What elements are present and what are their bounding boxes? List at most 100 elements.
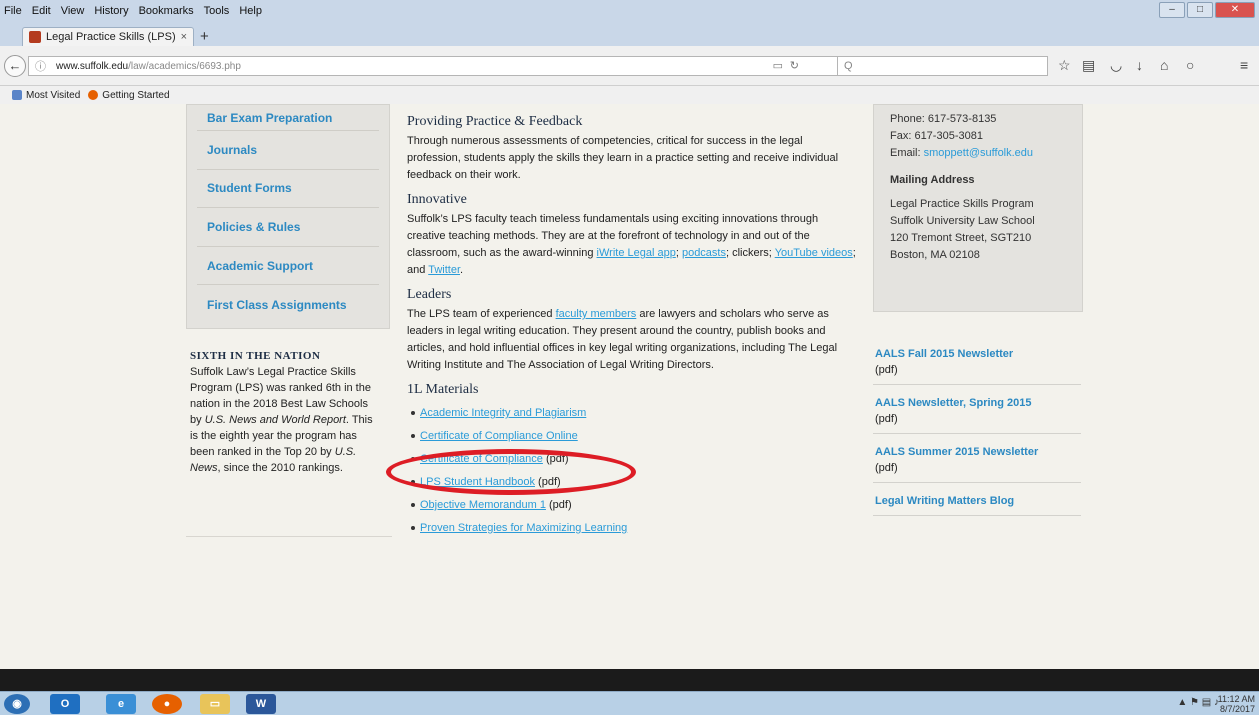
address-line: Suffolk University Law School	[890, 215, 1035, 227]
file-type: (pdf)	[545, 499, 572, 511]
sidebar-item-student-forms[interactable]: Student Forms	[197, 170, 379, 209]
text-part: ; clickers;	[725, 247, 775, 259]
menu-edit[interactable]: Edit	[32, 5, 51, 17]
practice-heading: Providing Practice & Feedback	[407, 114, 583, 129]
back-button[interactable]: ←	[4, 55, 26, 77]
sidebar-item-bar-exam[interactable]: Bar Exam Preparation	[197, 105, 379, 131]
aals-fall-link[interactable]: AALS Fall 2015 Newsletter	[875, 346, 1079, 362]
menu-view[interactable]: View	[61, 5, 85, 17]
suffolk-favicon-icon	[29, 31, 41, 43]
email-line: Email: smoppett@suffolk.edu	[890, 145, 1066, 162]
reader-view-icon[interactable]: ▭	[773, 59, 783, 72]
pocket-icon[interactable]: ◡	[1110, 57, 1122, 74]
leaders-heading: Leaders	[407, 287, 452, 302]
menu-help[interactable]: Help	[239, 5, 262, 17]
window-controls: – □ ✕	[1159, 2, 1255, 18]
proven-strategies-link[interactable]: Proven Strategies for Maximizing Learnin…	[420, 522, 627, 534]
list-item: AALS Summer 2015 Newsletter (pdf)	[873, 442, 1081, 483]
bookmark-label: Most Visited	[26, 89, 81, 101]
clock-date: 8/7/2017	[1219, 704, 1255, 714]
close-window-button[interactable]: ✕	[1215, 2, 1255, 18]
system-tray-icons[interactable]: ▲ ⚑ ▤ ♪	[1177, 697, 1219, 708]
maximize-button[interactable]: □	[1187, 2, 1213, 18]
academic-integrity-link[interactable]: Academic Integrity and Plagiarism	[420, 407, 586, 419]
url-path: /law/academics/6693.php	[128, 60, 241, 72]
podcasts-link[interactable]: podcasts	[682, 247, 726, 259]
reload-icon[interactable]: ↻	[790, 59, 799, 72]
certificate-online-link[interactable]: Certificate of Compliance Online	[420, 430, 578, 442]
word-icon[interactable]: W	[246, 694, 276, 714]
sidebar-item-academic-support[interactable]: Academic Support	[197, 247, 379, 286]
sixth-text: Suffolk Law’s Legal Practice Skills Prog…	[190, 364, 380, 476]
tab-close-icon[interactable]: ×	[181, 31, 187, 43]
clock-time: 11:12 AM	[1217, 694, 1255, 704]
iwrite-link[interactable]: iWrite Legal app	[597, 247, 676, 259]
list-item: AALS Fall 2015 Newsletter (pdf)	[873, 344, 1081, 385]
minimize-button[interactable]: –	[1159, 2, 1185, 18]
search-input[interactable]: Q	[838, 56, 1048, 76]
outlook-icon[interactable]: O	[50, 694, 80, 714]
firefox-taskbar-icon[interactable]: ●	[152, 694, 182, 714]
site-info-icon[interactable]: ⓘ	[35, 58, 46, 74]
mailing-heading: Mailing Address	[890, 174, 975, 186]
side-navigation: Bar Exam Preparation Journals Student Fo…	[186, 104, 390, 329]
list-item: AALS Newsletter, Spring 2015 (pdf)	[873, 393, 1081, 434]
tab-bar: Legal Practice Skills (LPS) - S × +	[0, 22, 1259, 46]
home-icon[interactable]: ⌂	[1160, 57, 1168, 73]
menu-file[interactable]: File	[4, 5, 22, 17]
sidebar-item-journals[interactable]: Journals	[197, 131, 379, 170]
bullet	[411, 434, 415, 439]
sync-icon[interactable]: ○	[1186, 57, 1194, 73]
navigation-bar: ← ⓘ www.suffolk.edu /law/academics/6693.…	[0, 46, 1259, 86]
bookmark-star-icon[interactable]: ☆	[1058, 57, 1071, 74]
menu-bar: File Edit View History Bookmarks Tools H…	[0, 0, 1259, 22]
menu-bookmarks[interactable]: Bookmarks	[139, 5, 194, 17]
materials-heading: 1L Materials	[407, 382, 479, 397]
divider	[186, 536, 392, 537]
legal-writing-blog-link[interactable]: Legal Writing Matters Blog	[875, 493, 1079, 509]
youtube-videos-link[interactable]: YouTube videos	[775, 247, 853, 259]
objective-memo-link[interactable]: Objective Memorandum 1	[420, 499, 546, 511]
bookmark-most-visited[interactable]: Most Visited	[12, 90, 80, 101]
menu-tools[interactable]: Tools	[204, 5, 230, 17]
sidebar-item-first-class[interactable]: First Class Assignments	[197, 285, 379, 324]
bookmarks-toolbar: Most Visited Getting Started	[0, 86, 1259, 104]
contact-box: Phone: 617-573-8135 Fax: 617-305-3081 Em…	[873, 104, 1083, 312]
list-item: Proven Strategies for Maximizing Learnin…	[407, 517, 857, 540]
file-type: (pdf)	[875, 364, 898, 376]
leaders-text: The LPS team of experienced faculty memb…	[407, 306, 857, 374]
text-part: .	[460, 264, 464, 276]
fax: Fax: 617-305-3081	[890, 130, 983, 142]
list-item: Certificate of Compliance Online	[407, 425, 857, 448]
tab-title: Legal Practice Skills (LPS) - S	[46, 31, 177, 43]
menu-history[interactable]: History	[94, 5, 128, 17]
email-link[interactable]: smoppett@suffolk.edu	[924, 147, 1033, 159]
address-line: 120 Tremont Street, SGT210	[890, 232, 1032, 244]
url-bar[interactable]: ⓘ www.suffolk.edu /law/academics/6693.ph…	[28, 56, 838, 76]
twitter-link[interactable]: Twitter	[428, 264, 460, 276]
address-line: Boston, MA 02108	[890, 249, 980, 261]
email-label: Email:	[890, 147, 924, 159]
downloads-icon[interactable]: ↓	[1136, 57, 1143, 73]
reading-list-icon[interactable]: ▤	[1082, 57, 1095, 74]
aals-summer-link[interactable]: AALS Summer 2015 Newsletter	[875, 444, 1079, 460]
phone: Phone: 617-573-8135	[890, 113, 997, 125]
innovative-heading: Innovative	[407, 192, 467, 207]
start-button-icon[interactable]: ◉	[4, 694, 30, 714]
hamburger-menu-icon[interactable]: ≡	[1240, 57, 1248, 73]
list-item: Legal Writing Matters Blog	[873, 491, 1081, 516]
firefox-icon	[88, 90, 99, 100]
file-explorer-icon[interactable]: ▭	[200, 694, 230, 714]
bullet	[411, 411, 415, 416]
tab-legal-practice-skills[interactable]: Legal Practice Skills (LPS) - S ×	[22, 27, 194, 46]
faculty-members-link[interactable]: faculty members	[556, 308, 637, 320]
internet-explorer-icon[interactable]: e	[106, 694, 136, 714]
bullet	[411, 503, 415, 508]
new-tab-button[interactable]: +	[200, 28, 209, 45]
aals-spring-link[interactable]: AALS Newsletter, Spring 2015	[875, 395, 1079, 411]
clock[interactable]: 11:12 AM 8/7/2017	[1218, 694, 1255, 714]
bookmark-getting-started[interactable]: Getting Started	[88, 90, 170, 101]
sidebar-item-policies[interactable]: Policies & Rules	[197, 208, 379, 247]
file-type: (pdf)	[875, 413, 898, 425]
file-type: (pdf)	[875, 462, 898, 474]
